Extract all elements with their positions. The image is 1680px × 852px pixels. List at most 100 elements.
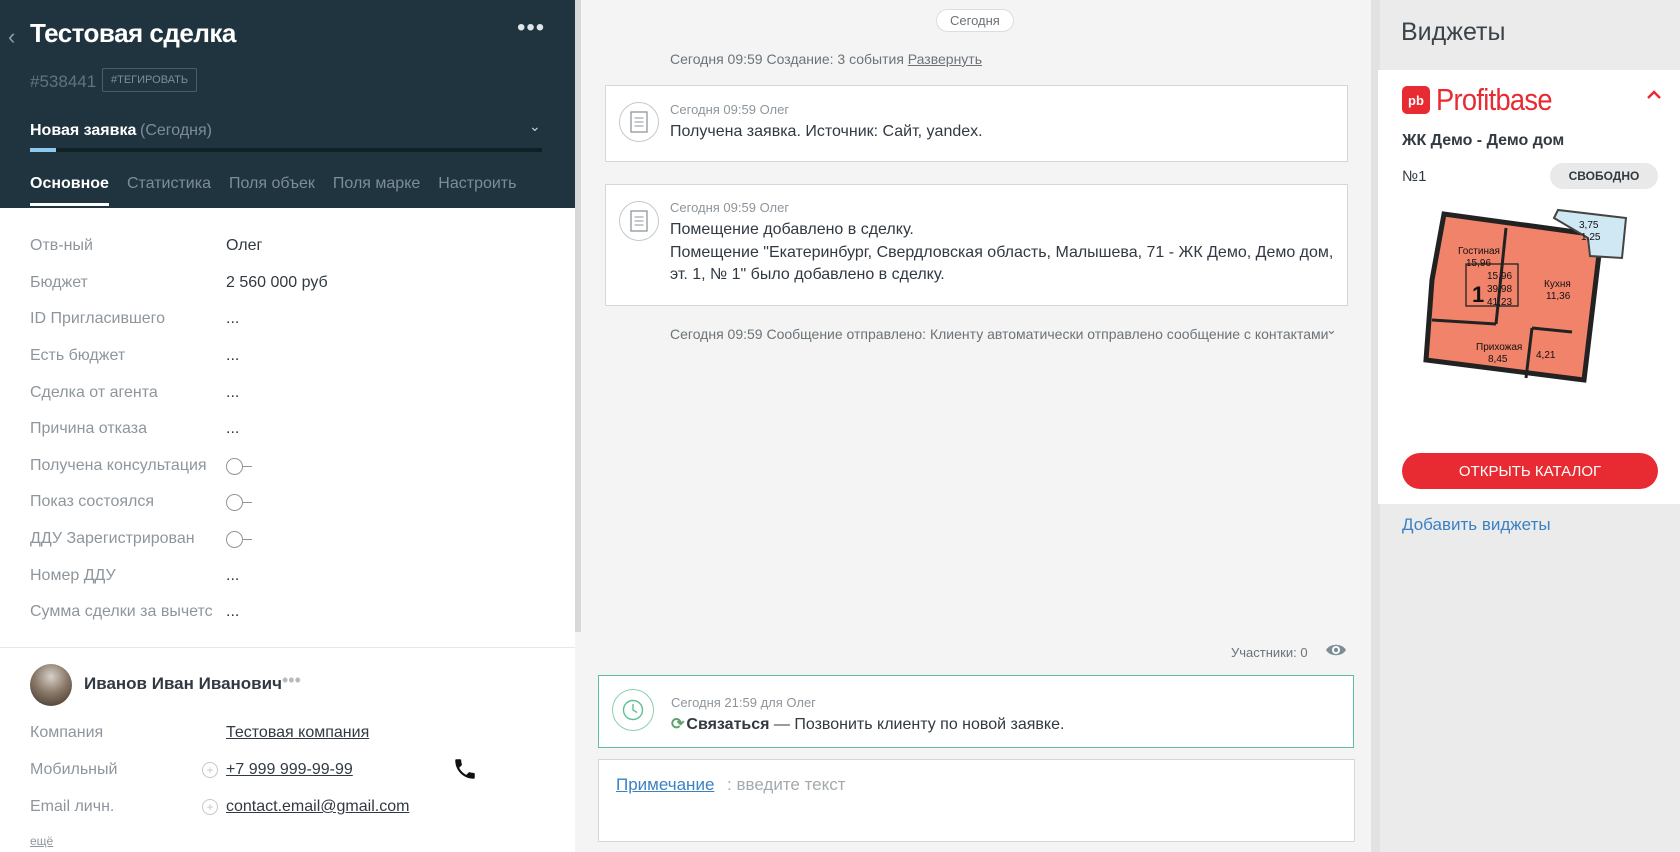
note-placeholder[interactable]: : введите текст <box>727 775 846 795</box>
expand-link[interactable]: Развернуть <box>908 51 982 67</box>
deal-card-panel: ‹ Тестовая сделка ••• #538441 #ТЕГИРОВАТ… <box>0 0 575 852</box>
field-value[interactable]: ... <box>226 347 239 365</box>
contact-company-row: Компания Тестовая компания <box>30 724 369 742</box>
participants-count: Участники: 0 <box>1231 645 1308 660</box>
divider <box>0 647 575 648</box>
field-label: Получена консультация <box>30 456 207 474</box>
feed-event-card: Сегодня 09:59 Олег Помещение добавлено в… <box>605 184 1348 306</box>
room-living-label: Гостиная <box>1458 246 1500 257</box>
field-row: Бюджет 2 560 000 руб <box>30 265 328 302</box>
deal-tabs: Основное Статистика Поля объек Поля марке На… <box>30 175 534 206</box>
field-label: ID Пригласившего <box>30 310 166 328</box>
email-label: Email личн. <box>30 798 115 815</box>
tab-5[interactable]: Настроить <box>438 175 516 206</box>
document-icon <box>619 201 659 241</box>
company-link[interactable]: Тестовая компания <box>226 724 369 742</box>
toggle-switch[interactable] <box>226 531 252 549</box>
field-row: Отв-ный Олег <box>30 228 328 265</box>
room-hall-label: Прихожая <box>1476 342 1522 353</box>
feed-event-card: Сегодня 09:59 Олег Получена заявка. Исто… <box>605 85 1348 162</box>
deal-title[interactable]: Тестовая сделка <box>30 18 236 49</box>
field-label: Сделка от агента <box>30 383 158 401</box>
field-label: ДДУ Зарегистрирован <box>30 530 195 548</box>
note-type-link[interactable]: Примечание <box>616 775 714 795</box>
deal-menu-icon[interactable]: ••• <box>517 14 545 42</box>
field-label: Номер ДДУ <box>30 566 116 584</box>
field-value[interactable]: 2 560 000 руб <box>226 274 328 292</box>
deal-fields: Отв-ный Олег Бюджет 2 560 000 руб ID Приглас… <box>30 228 328 631</box>
field-label: Отв-ный <box>30 237 93 255</box>
pipeline-stage[interactable]: Новая заявка <box>30 122 136 140</box>
note-input[interactable]: Примечание : введите текст <box>598 759 1355 842</box>
document-icon <box>619 102 659 142</box>
field-label: Показ состоялся <box>30 493 155 511</box>
field-row: Есть бюджет... <box>30 338 328 375</box>
floor-plan-image[interactable]: 1 15,96 39,98 41,23 Гостиная 15,96 Кухня… <box>1402 200 1658 440</box>
more-link[interactable]: ещё <box>30 834 53 848</box>
field-row: Причина отказа... <box>30 411 328 448</box>
field-value[interactable]: ... <box>226 603 239 621</box>
tab-3[interactable]: Поля объек <box>229 175 315 206</box>
chevron-down-icon[interactable]: ⌄ <box>529 118 541 135</box>
contact-name[interactable]: Иванов Иван Иванович <box>84 674 282 694</box>
field-row: Сумма сделки за вычетс... <box>30 594 328 631</box>
field-row: ДДУ Зарегистрирован <box>30 521 328 558</box>
message-sent-line[interactable]: Сегодня 09:59 Сообщение отправлено: Клие… <box>670 326 1335 342</box>
event-text: Помещение добавлено в сделку. Помещение … <box>670 221 1334 283</box>
date-separator: Сегодня <box>936 9 1014 32</box>
field-value[interactable]: ... <box>226 310 239 328</box>
back-chevron-icon[interactable]: ‹ <box>8 24 15 50</box>
profitbase-mark: pb <box>1402 86 1430 114</box>
message-sent-text: Сегодня 09:59 Сообщение отправлено: Клие… <box>670 326 1329 342</box>
stage-progress-bar <box>30 148 542 152</box>
add-email-icon[interactable]: + <box>202 799 218 815</box>
room-living-area: 15,96 <box>1466 258 1491 269</box>
room-hall-area: 8,45 <box>1488 354 1508 365</box>
field-value[interactable]: ... <box>226 420 239 438</box>
field-row: Номер ДДУ... <box>30 557 328 594</box>
email-link[interactable]: contact.email@gmail.com <box>226 798 409 816</box>
field-row: Сделка от агента... <box>30 374 328 411</box>
avatar[interactable] <box>30 664 72 706</box>
tag-button[interactable]: #ТЕГИРОВАТЬ <box>102 68 198 92</box>
status-badge: СВОБОДНО <box>1550 163 1658 189</box>
tab-4[interactable]: Поля марке <box>333 175 420 206</box>
task-card[interactable]: Сегодня 21:59 для Олег ⟳ Связаться — Позв… <box>598 675 1354 748</box>
rooms-count: 1 <box>1472 282 1484 307</box>
event-meta: Сегодня 09:59 Олег <box>670 200 790 215</box>
chevron-up-icon[interactable] <box>1646 89 1662 101</box>
phone-icon[interactable] <box>452 756 478 782</box>
field-value[interactable]: Олег <box>226 237 262 255</box>
field-value[interactable]: ... <box>226 567 239 585</box>
task-meta: Сегодня 21:59 для Олег <box>671 695 816 710</box>
eye-icon[interactable] <box>1325 641 1347 659</box>
profitbase-name: Profitbase <box>1436 82 1552 117</box>
add-widgets-link[interactable]: Добавить виджеты <box>1402 515 1551 535</box>
area-full: 41,23 <box>1487 297 1512 308</box>
field-row: Получена консультация <box>30 448 328 485</box>
creation-line: Сегодня 09:59 Создание: 3 события Развер… <box>670 51 982 67</box>
toggle-switch[interactable] <box>226 457 252 475</box>
tab-2[interactable]: Статистика <box>127 175 211 206</box>
task-type[interactable]: Связаться <box>686 716 769 733</box>
balcony-area-1: 3,75 <box>1579 220 1599 231</box>
field-value[interactable]: ... <box>226 384 239 402</box>
task-text: ⟳ Связаться — Позвонить клиенту по новой … <box>671 714 1064 734</box>
stage-progress-fill <box>30 148 56 152</box>
field-label: Бюджет <box>30 273 88 291</box>
contact-menu-icon[interactable]: ••• <box>282 670 301 691</box>
profitbase-logo: pb Profitbase <box>1402 82 1568 118</box>
mobile-link[interactable]: +7 999 999-99-99 <box>226 761 353 779</box>
mobile-label: Мобильный <box>30 761 118 778</box>
add-phone-icon[interactable]: + <box>202 762 218 778</box>
tab-1[interactable]: Основное <box>30 175 109 206</box>
refresh-icon: ⟳ <box>671 716 685 733</box>
open-catalog-button[interactable]: ОТКРЫТЬ КАТАЛОГ <box>1402 453 1658 489</box>
clock-icon <box>612 689 654 731</box>
room-bath-area: 4,21 <box>1536 350 1556 361</box>
toggle-switch[interactable] <box>226 494 252 512</box>
field-label: Причина отказа <box>30 420 147 438</box>
deal-id: #538441 <box>30 72 97 91</box>
room-kitchen-area: 11,36 <box>1546 291 1571 302</box>
chevron-down-icon[interactable]: ⌄ <box>1326 322 1337 338</box>
